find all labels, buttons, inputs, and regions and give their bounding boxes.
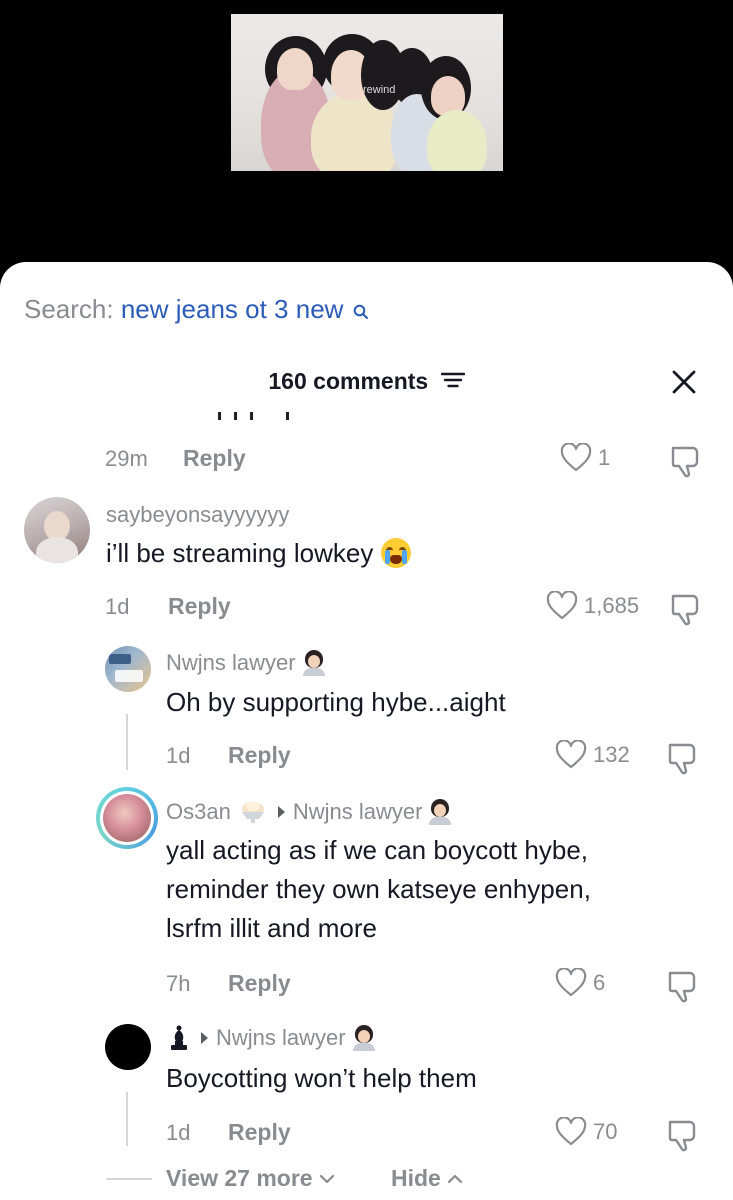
avatar[interactable]: [105, 646, 151, 692]
comment-username[interactable]: Nwjns lawyer: [166, 650, 326, 676]
search-suggestion[interactable]: Search: new jeans ot 3 new: [24, 294, 369, 327]
comment-time: 29m: [105, 446, 148, 471]
close-icon: [672, 370, 696, 394]
comments-header: 160 comments: [0, 364, 733, 400]
reply-button[interactable]: Reply: [168, 593, 231, 620]
dislike-button[interactable]: [664, 1117, 700, 1153]
thumbs-down-icon: [671, 446, 699, 478]
like-button[interactable]: 1,685: [546, 591, 639, 621]
reply-arrow-icon: [201, 1032, 208, 1044]
dislike-button[interactable]: [664, 740, 700, 776]
crying-face-icon: [380, 538, 411, 568]
reply-button[interactable]: Reply: [228, 1119, 291, 1146]
reply-button[interactable]: Reply: [183, 445, 246, 472]
like-count: 1,685: [584, 593, 640, 618]
like-count: 132: [593, 742, 630, 767]
chevron-down-icon: [319, 1174, 334, 1183]
comment-time: 1d: [166, 1120, 191, 1145]
thread-line: [126, 1092, 128, 1146]
dislike-button[interactable]: [667, 443, 703, 479]
heart-icon: [555, 1117, 587, 1146]
hide-replies-button[interactable]: Hide: [391, 1165, 463, 1192]
comments-sheet: Search: new jeans ot 3 new 160 comments …: [0, 262, 733, 1200]
avatar[interactable]: [105, 1024, 151, 1070]
heart-icon: [560, 443, 592, 472]
heart-icon: [546, 591, 578, 620]
like-button[interactable]: 70: [555, 1117, 617, 1147]
like-button[interactable]: 132: [555, 740, 630, 770]
ice-cream-icon: [241, 801, 264, 823]
thread-line: [126, 714, 128, 770]
person-icon: [352, 1025, 376, 1051]
person-icon: [428, 799, 452, 825]
comments-count: 160 comments: [0, 368, 733, 395]
view-more-divider: [106, 1178, 152, 1180]
search-icon: [353, 296, 369, 327]
sort-icon[interactable]: [440, 368, 465, 395]
thumbs-down-icon: [668, 743, 696, 775]
video-overlay-text: rewind: [363, 84, 396, 96]
thumbs-down-icon: [671, 594, 699, 626]
like-button[interactable]: 1: [560, 443, 610, 473]
reply-button[interactable]: Reply: [228, 970, 291, 997]
chess-bishop-icon: [171, 1025, 187, 1050]
comment-text: i’ll be streaming lowkey: [106, 534, 411, 573]
reply-arrow-icon: [277, 806, 285, 818]
comment-username[interactable]: Nwjns lawyer: [166, 1024, 376, 1052]
heart-icon: [555, 740, 587, 769]
chevron-up-icon: [447, 1174, 462, 1183]
search-query-link[interactable]: new jeans ot 3 new: [121, 294, 344, 324]
dislike-button[interactable]: [667, 591, 703, 627]
reply-button[interactable]: Reply: [228, 742, 291, 769]
like-count: 6: [593, 970, 606, 995]
comment-username[interactable]: saybeyonsayyyyyy: [106, 502, 289, 528]
thumbs-down-icon: [668, 1120, 696, 1152]
like-button[interactable]: 6: [555, 968, 605, 998]
avatar[interactable]: [96, 787, 158, 849]
comment-text: Boycotting won’t help them: [166, 1063, 477, 1093]
comment-time: 7h: [166, 971, 191, 996]
heart-icon: [555, 968, 587, 997]
comment-username[interactable]: Os3an Nwjns lawyer: [166, 799, 452, 825]
person-icon: [302, 650, 326, 676]
view-more-replies-button[interactable]: View 27 more: [166, 1165, 335, 1192]
like-count: 70: [593, 1119, 618, 1144]
comment-text: yall acting as if we can boycott hybe, r…: [166, 835, 591, 943]
video-area: rewind: [0, 0, 733, 290]
video-thumbnail[interactable]: rewind: [231, 14, 503, 171]
search-label: Search:: [24, 294, 114, 324]
like-count: 1: [598, 445, 611, 470]
comment-text: Oh by supporting hybe...aight: [166, 687, 506, 717]
truncated-text: [208, 412, 298, 422]
close-button[interactable]: [666, 364, 702, 400]
thumbs-down-icon: [668, 971, 696, 1003]
comment-time: 1d: [166, 743, 191, 768]
dislike-button[interactable]: [664, 968, 700, 1004]
comment-time: 1d: [105, 594, 130, 619]
avatar[interactable]: [24, 497, 90, 563]
